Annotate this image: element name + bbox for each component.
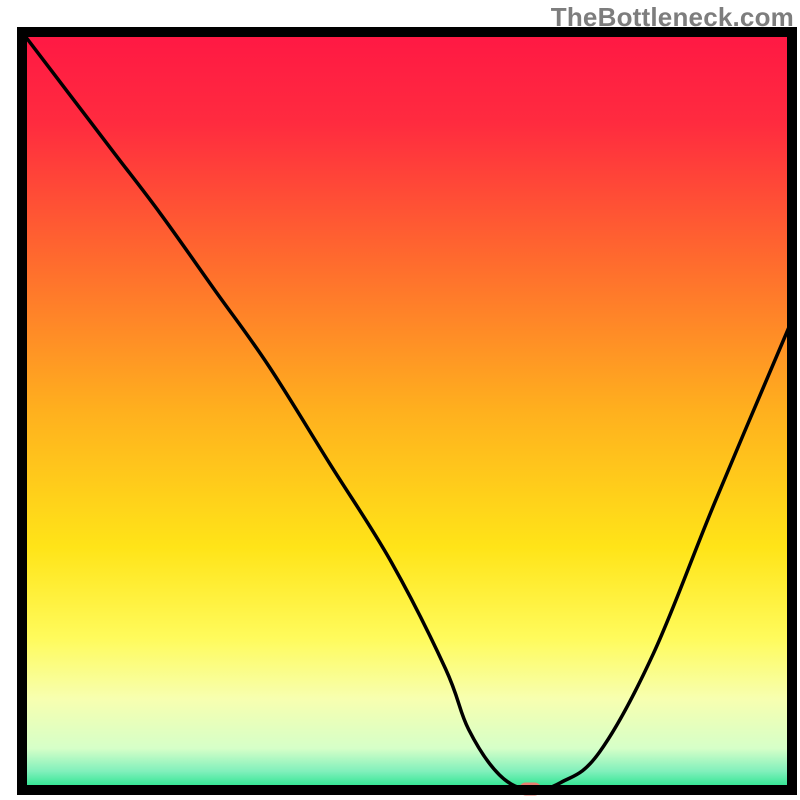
- chart-svg: [0, 0, 800, 800]
- watermark-text: TheBottleneck.com: [551, 2, 794, 33]
- bottleneck-chart: TheBottleneck.com: [0, 0, 800, 800]
- chart-background: [22, 32, 792, 790]
